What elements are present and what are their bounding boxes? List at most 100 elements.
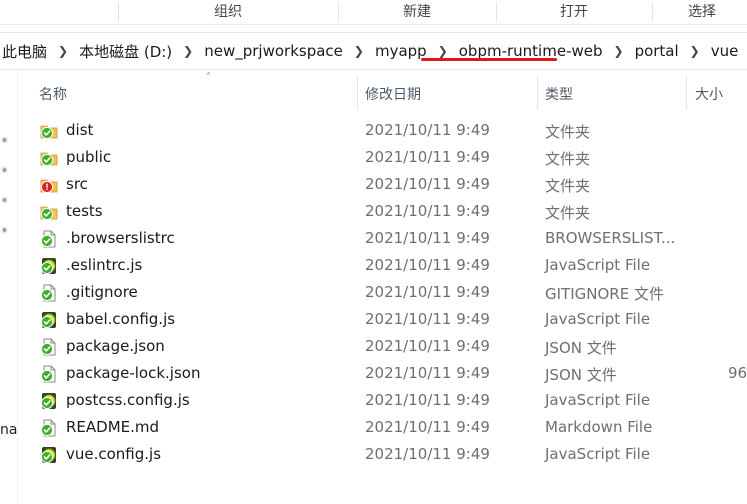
breadcrumb-chevron-icon[interactable]: ❯ bbox=[690, 44, 700, 58]
file-type: 文件夹 bbox=[545, 204, 591, 222]
file-modified-date: 2021/10/11 9:49 bbox=[365, 364, 490, 382]
js-file-synced-icon bbox=[40, 258, 57, 275]
breadcrumb-chevron-icon[interactable]: ❯ bbox=[354, 44, 364, 58]
file-row[interactable]: tests 2021/10/11 9:49 文件夹 bbox=[18, 199, 747, 226]
file-modified-date: 2021/10/11 9:49 bbox=[365, 175, 490, 193]
pin-icon: ✴ bbox=[0, 224, 10, 237]
file-modified-date: 2021/10/11 9:49 bbox=[365, 229, 490, 247]
breadcrumb-chevron-icon[interactable]: ❯ bbox=[183, 44, 193, 58]
file-modified-date: 2021/10/11 9:49 bbox=[365, 283, 490, 301]
column-header-type[interactable]: 类型 bbox=[545, 84, 573, 104]
file-type: BROWSERSLIST... bbox=[545, 229, 676, 247]
file-type: 文件夹 bbox=[545, 177, 591, 195]
file-modified-date: 2021/10/11 9:49 bbox=[365, 418, 490, 436]
file-modified-date: 2021/10/11 9:49 bbox=[365, 337, 490, 355]
column-header-row: ˄ 名称 修改日期 类型 大小 bbox=[18, 70, 747, 114]
file-modified-date: 2021/10/11 9:49 bbox=[365, 391, 490, 409]
file-synced-icon bbox=[40, 338, 56, 356]
breadcrumb-chevron-icon[interactable]: ❯ bbox=[614, 44, 624, 58]
column-header-size[interactable]: 大小 bbox=[695, 84, 723, 104]
breadcrumb-new-prjworkspace[interactable]: new_prjworkspace bbox=[202, 42, 345, 60]
file-name: README.md bbox=[66, 418, 160, 436]
file-modified-date: 2021/10/11 9:49 bbox=[365, 121, 490, 139]
ribbon-group-organize[interactable]: 组织 bbox=[118, 0, 338, 24]
file-row[interactable]: babel.config.js 2021/10/11 9:49 JavaScript… bbox=[18, 307, 747, 334]
file-synced-icon bbox=[40, 419, 56, 437]
file-row[interactable]: src 2021/10/11 9:49 文件夹 bbox=[18, 172, 747, 199]
file-row[interactable]: README.md 2021/10/11 9:49 Markdown File bbox=[18, 415, 747, 442]
breadcrumb-local-disk[interactable]: 本地磁盘 (D:) bbox=[77, 41, 174, 62]
file-name: .gitignore bbox=[66, 283, 138, 301]
file-modified-date: 2021/10/11 9:49 bbox=[365, 310, 490, 328]
file-synced-icon bbox=[40, 284, 56, 302]
folder-synced-icon bbox=[40, 125, 58, 140]
folder-synced-icon bbox=[40, 206, 58, 221]
address-bar[interactable]: 此电脑 ❯ 本地磁盘 (D:) ❯ new_prjworkspace ❯ mya… bbox=[0, 32, 747, 70]
file-modified-date: 2021/10/11 9:49 bbox=[365, 445, 490, 463]
file-name: .browserslistrc bbox=[66, 229, 175, 247]
pin-icon: ✴ bbox=[0, 194, 10, 207]
ribbon-group-open[interactable]: 打开 bbox=[496, 0, 652, 24]
nav-item-label[interactable]: na bbox=[0, 422, 17, 438]
file-row[interactable]: package.json 2021/10/11 9:49 JSON 文件 bbox=[18, 334, 747, 361]
sort-ascending-icon: ˄ bbox=[206, 72, 211, 83]
breadcrumb-chevron-icon[interactable]: ❯ bbox=[438, 44, 448, 58]
column-divider[interactable] bbox=[537, 76, 538, 110]
file-row[interactable]: .eslintrc.js 2021/10/11 9:49 JavaScript Fi… bbox=[18, 253, 747, 280]
file-row[interactable]: .browserslistrc 2021/10/11 9:49 BROWSERSLI… bbox=[18, 226, 747, 253]
file-name: src bbox=[66, 175, 88, 193]
file-type: JSON 文件 bbox=[545, 366, 617, 384]
file-type: GITIGNORE 文件 bbox=[545, 285, 664, 303]
file-name: public bbox=[66, 148, 112, 166]
file-type: 文件夹 bbox=[545, 150, 591, 168]
file-synced-icon bbox=[40, 365, 56, 383]
file-type: Markdown File bbox=[545, 418, 653, 436]
file-row[interactable]: dist 2021/10/11 9:49 文件夹 bbox=[18, 118, 747, 145]
file-type: JavaScript File bbox=[545, 391, 651, 409]
file-row[interactable]: vue.config.js 2021/10/11 9:49 JavaScript F… bbox=[18, 442, 747, 469]
folder-conflict-icon bbox=[40, 179, 58, 194]
file-name: postcss.config.js bbox=[66, 391, 190, 409]
pin-icon: ✴ bbox=[0, 134, 10, 147]
breadcrumb: 此电脑 ❯ 本地磁盘 (D:) ❯ new_prjworkspace ❯ mya… bbox=[0, 33, 740, 69]
column-header-name[interactable]: 名称 bbox=[39, 84, 67, 104]
ribbon-group-select[interactable]: 选择 bbox=[652, 0, 747, 24]
file-type: JSON 文件 bbox=[545, 339, 617, 357]
column-divider[interactable] bbox=[686, 76, 687, 110]
file-row[interactable]: package-lock.json 2021/10/11 9:49 JSON 文件 9… bbox=[18, 361, 747, 388]
file-type: JavaScript File bbox=[545, 256, 651, 274]
file-name: dist bbox=[66, 121, 94, 139]
folder-synced-icon bbox=[40, 152, 58, 167]
js-file-synced-icon bbox=[40, 447, 57, 464]
column-header-date[interactable]: 修改日期 bbox=[365, 84, 421, 104]
file-name: tests bbox=[66, 202, 103, 220]
file-synced-icon bbox=[40, 230, 56, 248]
file-row[interactable]: public 2021/10/11 9:49 文件夹 bbox=[18, 145, 747, 172]
file-name: babel.config.js bbox=[66, 310, 176, 328]
js-file-synced-icon bbox=[40, 393, 57, 410]
file-name: package-lock.json bbox=[66, 364, 201, 382]
js-file-synced-icon bbox=[40, 312, 57, 329]
breadcrumb-chevron-icon[interactable]: ❯ bbox=[58, 44, 68, 58]
pin-icon: ✴ bbox=[0, 164, 10, 177]
breadcrumb-portal[interactable]: portal bbox=[633, 42, 681, 60]
breadcrumb-vue[interactable]: vue bbox=[709, 42, 741, 60]
file-name: .eslintrc.js bbox=[66, 256, 143, 274]
file-modified-date: 2021/10/11 9:49 bbox=[365, 256, 490, 274]
column-divider[interactable] bbox=[357, 76, 358, 110]
file-size: 96 bbox=[728, 364, 747, 382]
ribbon-group-labels: 组织 新建 打开 选择 bbox=[0, 0, 747, 25]
file-name: package.json bbox=[66, 337, 165, 355]
file-list: dist 2021/10/11 9:49 文件夹 public 2021/10/11 9… bbox=[18, 118, 747, 469]
file-row[interactable]: postcss.config.js 2021/10/11 9:49 JavaScri… bbox=[18, 388, 747, 415]
breadcrumb-myapp[interactable]: myapp bbox=[373, 42, 429, 60]
breadcrumb-this-pc[interactable]: 此电脑 bbox=[0, 41, 49, 62]
file-row[interactable]: .gitignore 2021/10/11 9:49 GITIGNORE 文件 bbox=[18, 280, 747, 307]
file-name: vue.config.js bbox=[66, 445, 162, 463]
red-annotation-underline bbox=[421, 58, 557, 61]
navigation-pane[interactable]: ✴ ✴ ✴ ✴ na bbox=[0, 70, 17, 504]
file-type: JavaScript File bbox=[545, 445, 651, 463]
ribbon-group-new[interactable]: 新建 bbox=[338, 0, 496, 24]
file-modified-date: 2021/10/11 9:49 bbox=[365, 202, 490, 220]
file-type: 文件夹 bbox=[545, 123, 591, 141]
